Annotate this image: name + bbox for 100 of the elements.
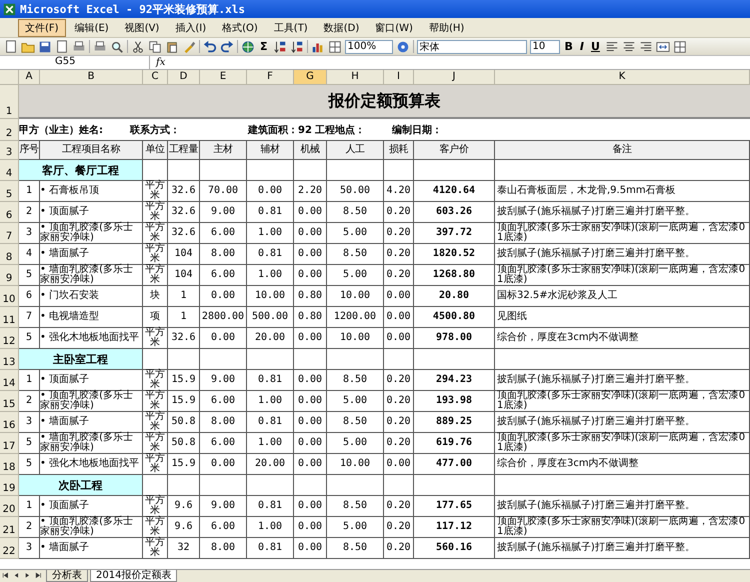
column-header[interactable]: D: [168, 70, 200, 85]
sheet-tab[interactable]: 分析表: [46, 570, 88, 582]
column-header[interactable]: A: [19, 70, 40, 85]
zoom-field[interactable]: 100%: [344, 40, 393, 54]
row-number[interactable]: 9: [0, 265, 19, 286]
column-header[interactable]: F: [247, 70, 294, 85]
row-number[interactable]: 2: [0, 119, 19, 141]
column-header[interactable]: H: [327, 70, 384, 85]
table-cell: • 顶面乳胶漆(多乐士家丽安净味): [40, 223, 143, 244]
brush-icon[interactable]: [182, 40, 196, 54]
table-cell: 1200.00: [327, 307, 384, 328]
menu-item[interactable]: 工具(T): [266, 18, 315, 36]
document-icon[interactable]: [55, 40, 69, 54]
column-header[interactable]: G: [294, 70, 327, 85]
redo-icon[interactable]: [220, 40, 234, 54]
undo-icon[interactable]: [203, 40, 217, 54]
paste-icon[interactable]: [165, 40, 179, 54]
printer-icon[interactable]: [93, 40, 107, 54]
underline-button[interactable]: U: [589, 40, 602, 53]
table-cell: 顶面乳胶漆(多乐士家丽安净味)(滚刷一底两遍，含宏漆01底漆): [495, 517, 750, 538]
globe-icon[interactable]: [241, 40, 255, 54]
row-number[interactable]: 6: [0, 202, 19, 223]
empty-cell: [247, 475, 294, 496]
table-cell: 顶面乳胶漆(多乐士家丽安净味)(滚刷一底两遍，含宏漆01底漆): [495, 265, 750, 286]
magnifier-icon[interactable]: [110, 40, 124, 54]
save-icon[interactable]: [38, 40, 52, 54]
font-size-field[interactable]: 10: [530, 40, 560, 54]
merge-icon[interactable]: [656, 40, 670, 54]
row-number[interactable]: 18: [0, 454, 19, 475]
table-cell: 平方米: [143, 391, 168, 412]
column-header[interactable]: K: [495, 70, 750, 85]
table-cell: 0.81: [247, 370, 294, 391]
table-cell: 泰山石膏板面层，木龙骨,9.5mm石膏板: [495, 181, 750, 202]
column-header[interactable]: I: [384, 70, 414, 85]
column-header[interactable]: E: [200, 70, 247, 85]
row-number[interactable]: 4: [0, 160, 19, 181]
row-number[interactable]: 14: [0, 370, 19, 391]
menu-item[interactable]: 帮助(H): [422, 18, 472, 36]
row-number[interactable]: 11: [0, 307, 19, 328]
last-icon[interactable]: [35, 572, 44, 580]
table-cell: 0.20: [384, 496, 414, 517]
row-number[interactable]: 1: [0, 85, 19, 119]
row-number[interactable]: 7: [0, 223, 19, 244]
row-number[interactable]: 8: [0, 244, 19, 265]
row-number[interactable]: 10: [0, 286, 19, 307]
printer-icon[interactable]: [72, 40, 86, 54]
table-cell: 397.72: [414, 223, 495, 244]
menu-item[interactable]: 视图(V): [118, 18, 166, 36]
scissors-icon[interactable]: [131, 40, 145, 54]
italic-button[interactable]: I: [578, 40, 586, 53]
table-cell: 3: [19, 412, 40, 433]
row-number[interactable]: 5: [0, 181, 19, 202]
row-number[interactable]: 16: [0, 412, 19, 433]
font-field[interactable]: 宋体: [416, 40, 527, 54]
first-icon[interactable]: [2, 572, 11, 580]
menu-item[interactable]: 编辑(E): [68, 18, 116, 36]
function-label[interactable]: fx: [150, 57, 172, 68]
row-number[interactable]: 20: [0, 496, 19, 517]
window-title: Microsoft Excel - 92平米装修预算.xls: [20, 2, 245, 16]
table-cell: • 墙面乳胶漆(多乐士家丽安净味): [40, 433, 143, 454]
align-center-icon[interactable]: [622, 40, 636, 54]
column-header[interactable]: C: [143, 70, 168, 85]
row-number[interactable]: 22: [0, 538, 19, 559]
sort-icon[interactable]: [290, 40, 304, 54]
header-cell: 辅材: [247, 141, 294, 160]
row-number[interactable]: 21: [0, 517, 19, 538]
table-cell: 0.81: [247, 202, 294, 223]
table-cell: 32.6: [168, 328, 200, 349]
row-number[interactable]: 13: [0, 349, 19, 370]
grid-icon[interactable]: [328, 40, 342, 54]
bold-button[interactable]: B: [562, 40, 575, 53]
menu-item[interactable]: 窗口(W): [368, 18, 420, 36]
row-number[interactable]: 3: [0, 141, 19, 160]
align-left-icon[interactable]: [604, 40, 619, 54]
sheet-tab[interactable]: 2014报价定额表: [90, 570, 178, 582]
autosum-button[interactable]: Σ: [258, 40, 270, 53]
table-cell: 0.20: [384, 391, 414, 412]
document-icon[interactable]: [4, 40, 18, 54]
table-cell: 平方米: [143, 433, 168, 454]
menu-item[interactable]: 插入(I): [168, 18, 214, 36]
empty-cell: [327, 349, 384, 370]
sort-icon[interactable]: [272, 40, 287, 54]
table-cell: 20.00: [247, 328, 294, 349]
table-cell: 顶面乳胶漆(多乐士家丽安净味)(滚刷一底两遍，含宏漆01底漆): [495, 433, 750, 454]
copy-icon[interactable]: [148, 40, 162, 54]
menu-item[interactable]: 文件(F): [18, 18, 66, 36]
menu-item[interactable]: 数据(D): [316, 18, 366, 36]
row-number[interactable]: 17: [0, 433, 19, 454]
row-number[interactable]: 19: [0, 475, 19, 496]
table-cell: 6.00: [200, 265, 247, 286]
align-right-icon[interactable]: [638, 40, 653, 54]
row-number[interactable]: 12: [0, 328, 19, 349]
column-header[interactable]: B: [40, 70, 143, 85]
table-cell: 9.6: [168, 496, 200, 517]
excel-icon[interactable]: [3, 2, 16, 16]
column-header[interactable]: J: [414, 70, 495, 85]
table-cell: 0.20: [384, 244, 414, 265]
row-number[interactable]: 15: [0, 391, 19, 412]
menu-item[interactable]: 格式(O): [215, 18, 265, 36]
grid-icon[interactable]: [672, 40, 687, 54]
